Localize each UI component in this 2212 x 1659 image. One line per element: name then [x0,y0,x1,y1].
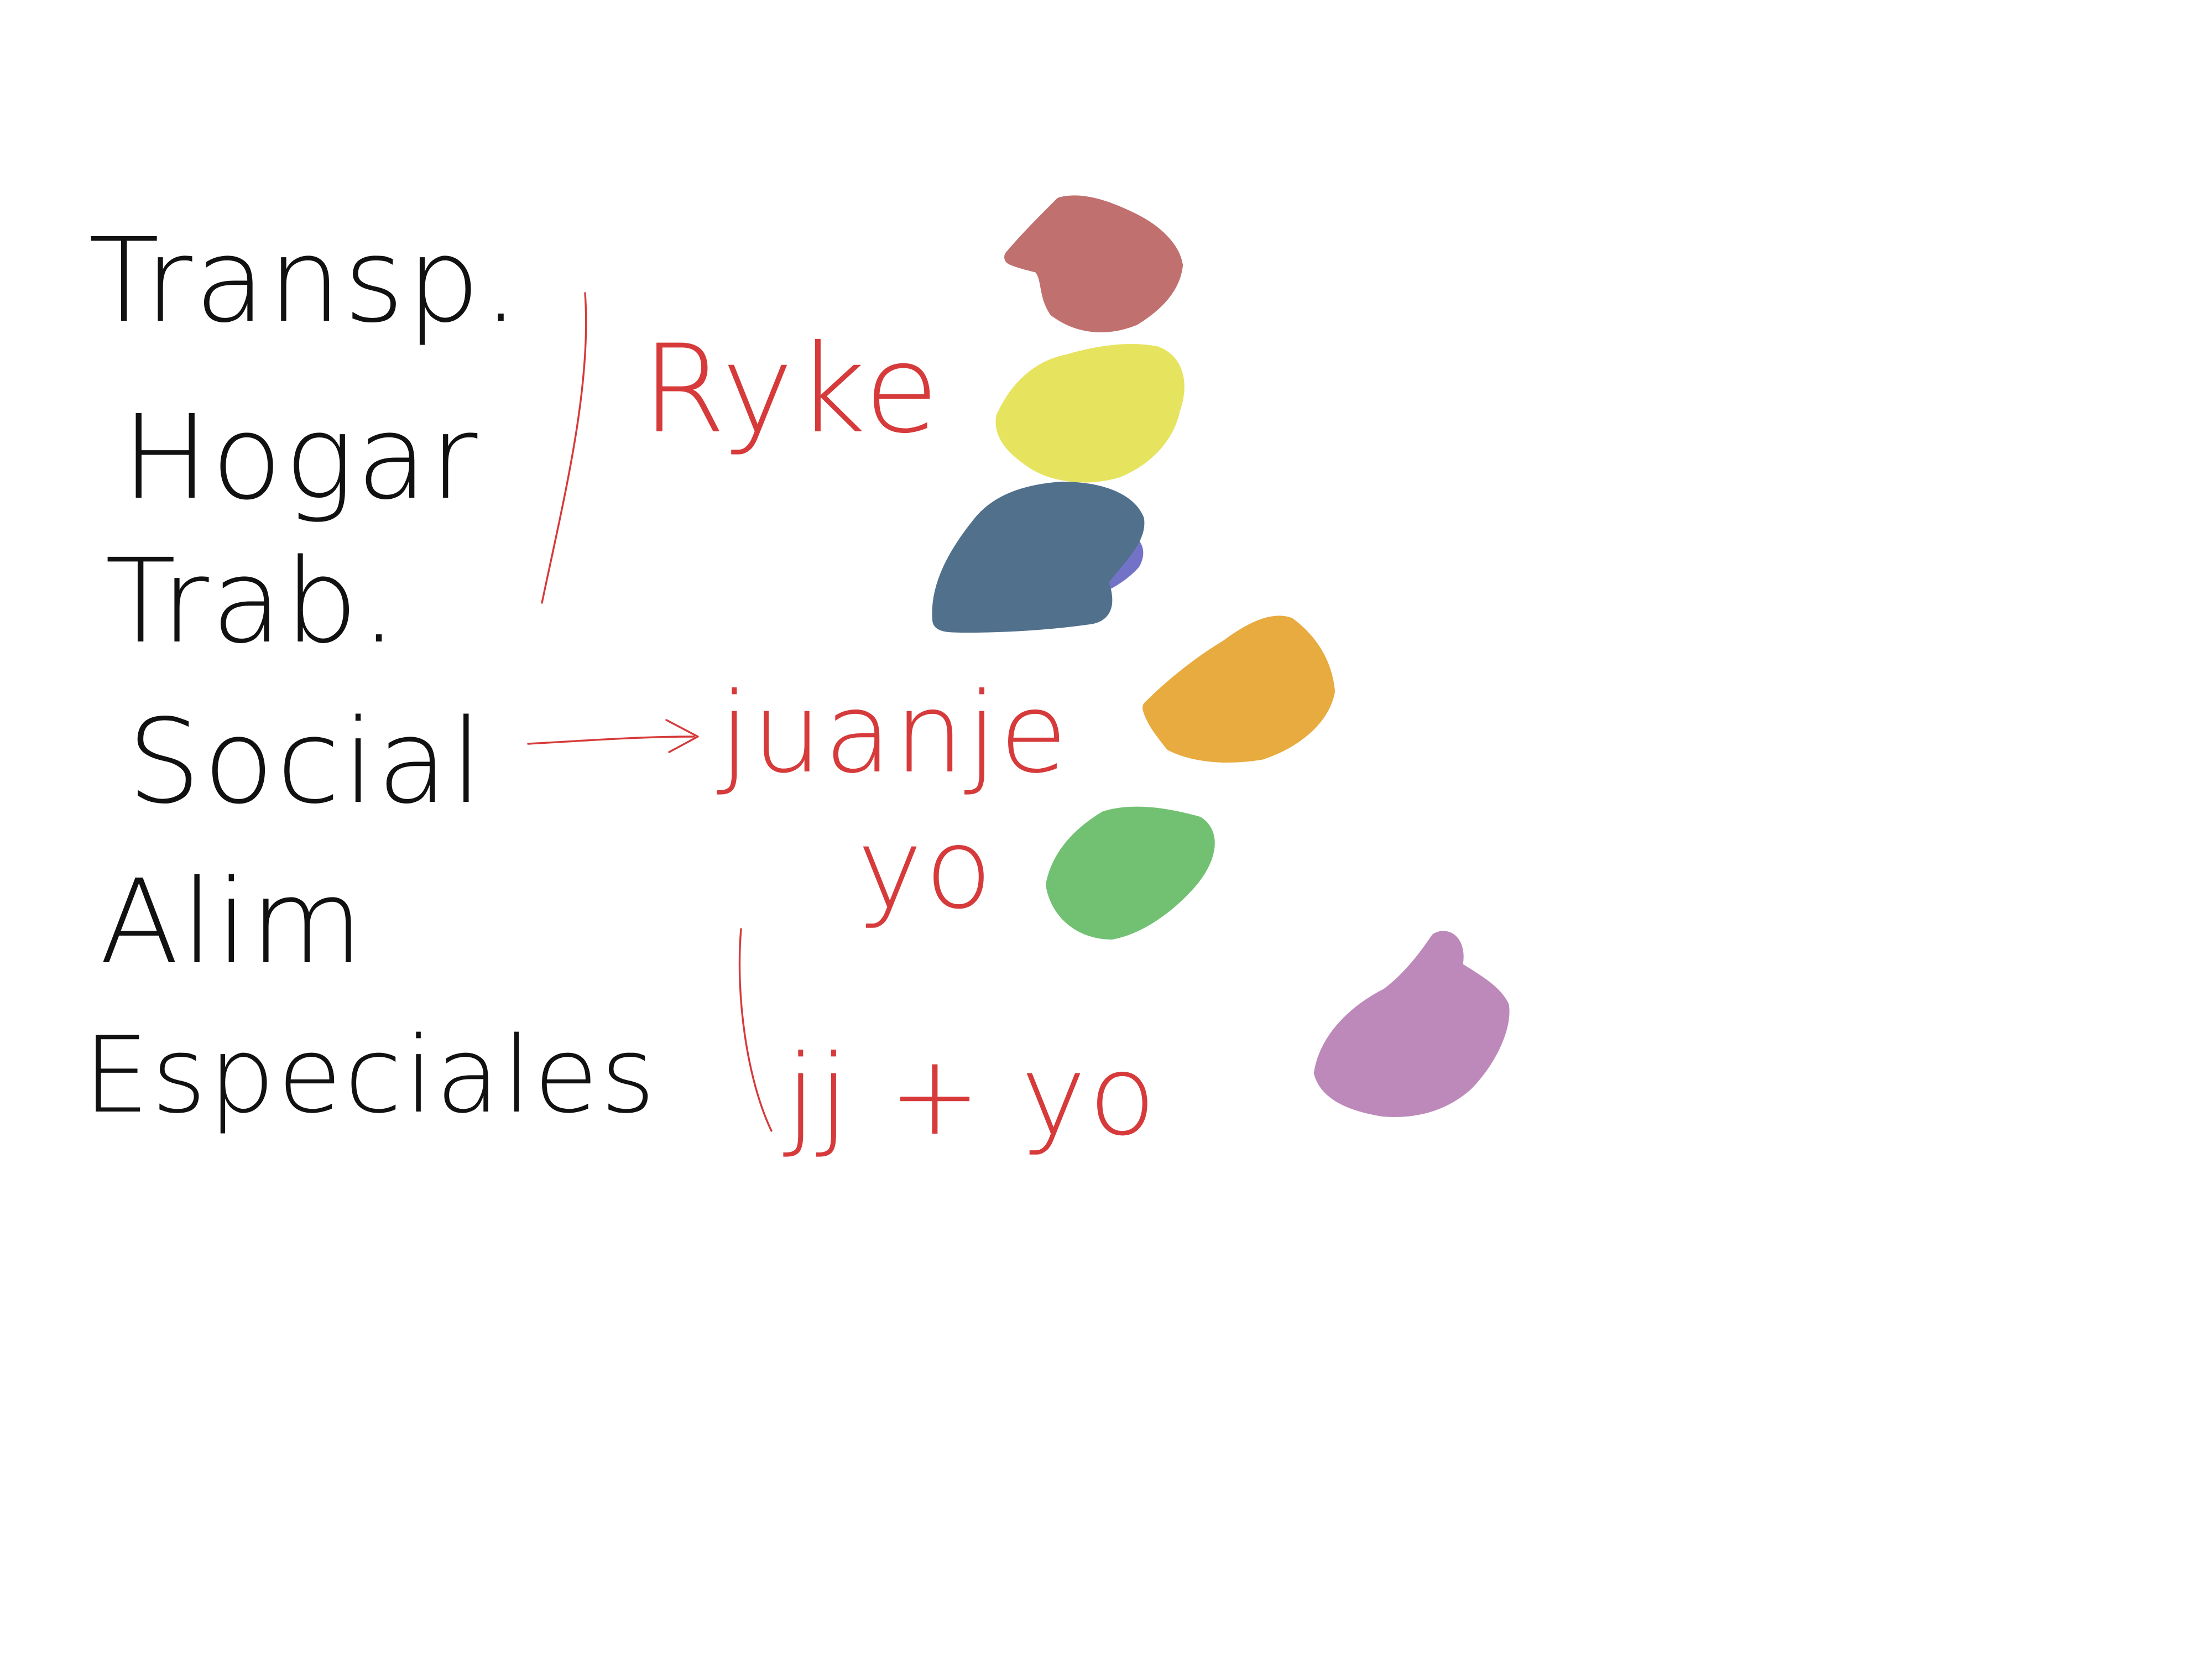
green-swatch [1046,806,1215,940]
drawing-canvas[interactable]: Transp. Hogar Trab. Social Alim Especial… [0,0,2212,1659]
note-yo: yo [857,805,995,933]
label-hogar: Hogar [122,390,479,525]
arrow-line [527,735,695,745]
note-ryke: Ryke [641,319,941,460]
note-jj-yo: jj + yo [783,1031,1159,1160]
label-social: Social [127,694,485,830]
yellow-swatch [995,344,1185,483]
orange-swatch [1142,615,1335,763]
rose-swatch [1004,195,1183,332]
label-especiales: Especiales [83,1014,658,1136]
purple-swatch [1314,931,1510,1117]
label-alim: Alim [100,854,366,990]
note-juanje: juanje [717,669,1070,798]
label-trab: Trab. [105,534,400,669]
slate-blue-swatch [932,482,1145,633]
bracket-line-bottom [738,928,773,1132]
label-transp: Transp. [88,213,521,348]
category-labels: Transp. Hogar Trab. Social Alim Especial… [83,213,658,1136]
bracket-line-top [541,292,587,604]
color-swatches [932,195,1510,1117]
